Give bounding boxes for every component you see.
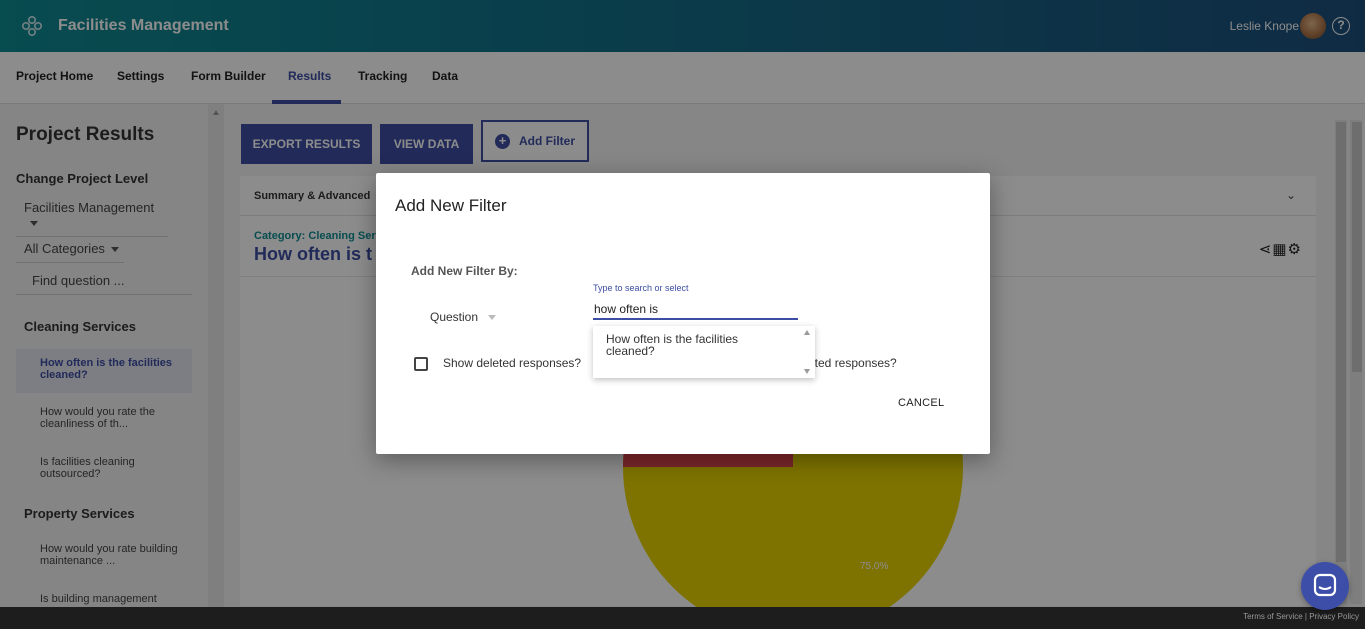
show-deleted-label: Show deleted responses?	[443, 356, 582, 370]
search-suggestions-dropdown: How often is the facilities cleaned?	[593, 326, 815, 378]
chat-icon	[1313, 573, 1337, 597]
filter-type-select[interactable]: Question	[430, 310, 497, 324]
show-deleted-checkbox[interactable]	[414, 357, 428, 371]
footer-bar: Terms of Service | Privacy Policy	[0, 607, 1365, 629]
show-deleted-label-tail: eted responses?	[808, 356, 897, 370]
cancel-button[interactable]: CANCEL	[898, 397, 944, 409]
terms-link[interactable]: Terms of Service	[1243, 612, 1303, 621]
privacy-link[interactable]: Privacy Policy	[1309, 612, 1359, 621]
scroll-up-icon[interactable]	[804, 330, 810, 335]
footer-links: Terms of Service | Privacy Policy	[1243, 612, 1359, 621]
modal-title: Add New Filter	[395, 196, 507, 215]
add-filter-modal: Add New Filter Add New Filter By: Questi…	[376, 173, 990, 454]
chat-launcher-button[interactable]	[1301, 562, 1349, 610]
scroll-down-icon[interactable]	[804, 369, 810, 374]
suggestion-option[interactable]: How often is the facilities cleaned?	[606, 333, 786, 357]
filter-type-value: Question	[430, 310, 479, 324]
chevron-down-icon	[488, 315, 497, 321]
filter-by-label: Add New Filter By:	[411, 264, 518, 278]
question-search-input[interactable]	[593, 300, 798, 320]
search-hint: Type to search or select	[593, 283, 689, 293]
